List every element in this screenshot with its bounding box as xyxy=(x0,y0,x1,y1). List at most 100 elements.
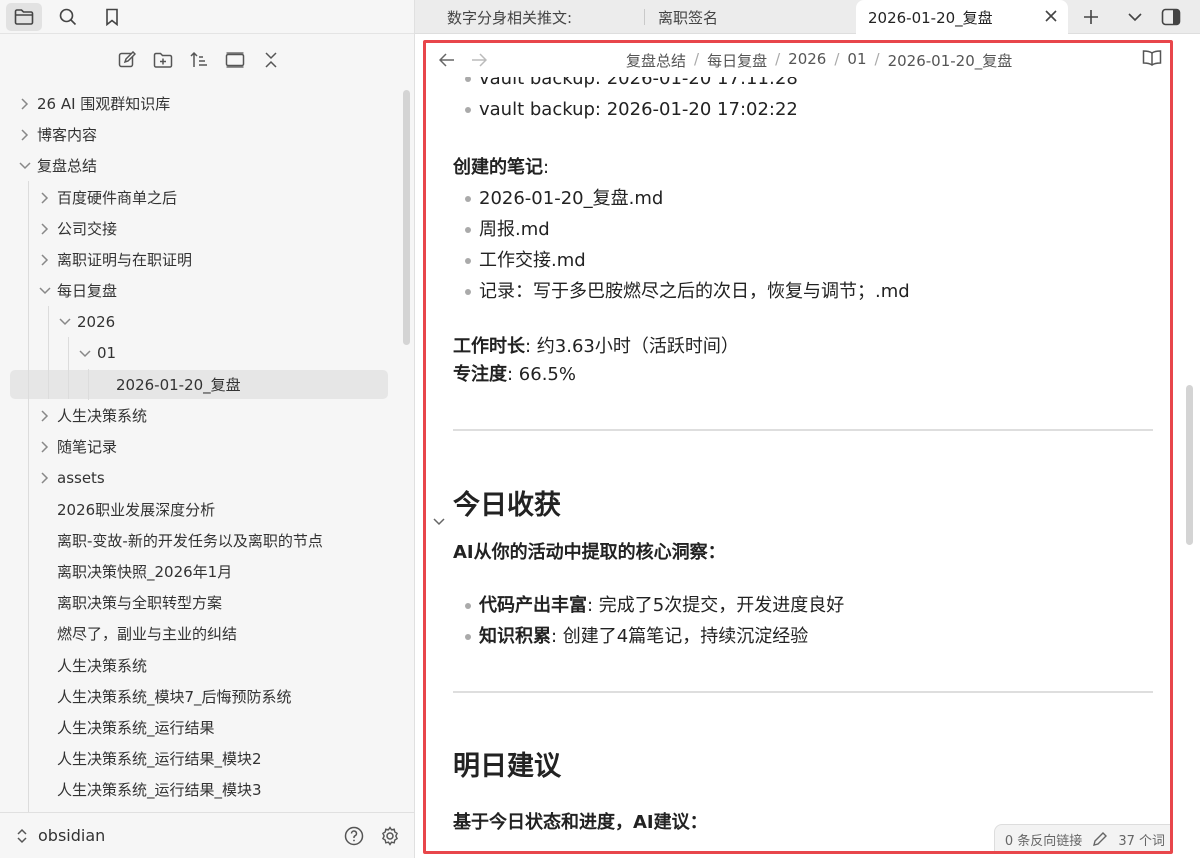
tree-file[interactable]: 人生决策系统 xyxy=(0,650,400,681)
tree-folder[interactable]: 01 xyxy=(0,338,400,369)
sidebar-footer: obsidian xyxy=(0,812,415,858)
breadcrumb-item[interactable]: 01 xyxy=(847,50,866,71)
chevrons-up-down-icon xyxy=(17,828,27,843)
auto-reveal-button[interactable] xyxy=(220,46,250,74)
tree-file[interactable]: 人生决策系统_模块7_后悔预防系统 xyxy=(0,681,400,712)
sidebar-right-icon xyxy=(1161,8,1181,26)
chevron-down-icon[interactable] xyxy=(78,347,92,361)
tree-folder[interactable]: 随笔记录 xyxy=(0,431,400,462)
indent-guide xyxy=(28,181,29,812)
tab-digital-twin[interactable]: 数字分身相关推文: xyxy=(435,0,645,34)
collapse-all-button[interactable] xyxy=(256,46,286,74)
tree-folder[interactable]: 复盘总结 xyxy=(0,150,400,181)
chevron-right-icon[interactable] xyxy=(18,97,32,111)
heading-text: 明日建议 xyxy=(453,751,561,782)
bookmark-icon xyxy=(106,8,118,26)
breadcrumb-item[interactable]: 2026 xyxy=(788,50,826,71)
sort-icon xyxy=(190,51,207,67)
tree-folder[interactable]: 每日复盘 xyxy=(0,275,400,306)
chevron-down-icon xyxy=(1128,13,1142,22)
fold-toggle[interactable] xyxy=(433,498,445,538)
chevron-right-icon[interactable] xyxy=(38,409,52,423)
tree-item-label: 博客内容 xyxy=(37,126,98,145)
forward-button[interactable] xyxy=(466,47,492,73)
tree-folder[interactable]: 26 AI 围观群知识库 xyxy=(0,88,400,119)
sidebar-scrollbar[interactable] xyxy=(403,90,410,345)
tree-file[interactable]: 人生决策系统_运行结果 xyxy=(0,712,400,743)
breadcrumb: 复盘总结 / 每日复盘 / 2026 / 01 / 2026-01-20_复盘 xyxy=(626,49,1013,71)
chevron-down-icon[interactable] xyxy=(58,315,72,329)
chevron-right-icon[interactable] xyxy=(38,191,52,205)
reading-view-button[interactable] xyxy=(1142,49,1162,71)
created-note: 记录：写于多巴胺燃尽之后的次日，恢复与调节；.md xyxy=(479,281,910,302)
vault-switcher[interactable]: obsidian xyxy=(0,826,105,845)
tab-resignation-sign[interactable]: 离职签名 xyxy=(646,0,853,34)
tree-item-label: 人生决策系统_模块7_后悔预防系统 xyxy=(57,687,292,706)
breadcrumb-item[interactable]: 每日复盘 xyxy=(707,50,767,71)
search-tab[interactable] xyxy=(50,3,86,31)
search-icon xyxy=(59,8,77,25)
chevron-down-icon[interactable] xyxy=(38,284,52,298)
tab-list-button[interactable] xyxy=(1120,3,1150,31)
help-button[interactable] xyxy=(339,822,369,850)
chevron-down-icon[interactable] xyxy=(18,159,32,173)
tree-folder[interactable]: 2026 xyxy=(0,306,400,337)
close-tab-button[interactable] xyxy=(1044,9,1058,27)
tree-file[interactable]: 燃尽了，副业与主业的纠结 xyxy=(0,618,400,649)
tree-folder[interactable]: 百度硬件商单之后 xyxy=(0,182,400,213)
collapse-icon xyxy=(265,52,277,68)
insight-text: : 创建了4篇笔记，持续沉淀经验 xyxy=(551,626,809,647)
folder-icon xyxy=(14,8,34,25)
tree-folder[interactable]: assets xyxy=(0,462,400,493)
chevron-right-icon[interactable] xyxy=(38,222,52,236)
chevron-right-icon[interactable] xyxy=(38,253,52,267)
list-item: 2026-01-20_复盘.md xyxy=(453,183,1153,214)
edit-icon xyxy=(118,51,136,68)
tab-label: 离职签名 xyxy=(658,8,719,27)
tree-folder[interactable]: 博客内容 xyxy=(0,119,400,150)
chevron-right-icon[interactable] xyxy=(18,128,32,142)
tree-file[interactable]: 2026职业发展深度分析 xyxy=(0,494,400,525)
breadcrumb-title[interactable]: 2026-01-20_复盘 xyxy=(888,50,1013,71)
left-sidebar: 26 AI 围观群知识库 博客内容复盘总结 百度硬件商单之后 公司交接 离职证明与在职证… xyxy=(0,0,415,858)
tree-folder[interactable]: 离职证明与在职证明 xyxy=(0,244,400,275)
tree-folder[interactable]: 公司交接 xyxy=(0,213,400,244)
editor-scrollbar[interactable] xyxy=(1186,385,1193,545)
new-tab-button[interactable] xyxy=(1076,3,1106,31)
tree-file[interactable]: 人生决策系统_运行结果_模块3 xyxy=(0,774,400,805)
tree-file[interactable]: 离职-变故-新的开发任务以及离职的节点 xyxy=(0,525,400,556)
heading-text: 今日收获 xyxy=(453,490,561,521)
list-item: 记录：写于多巴胺燃尽之后的次日，恢复与调节；.md xyxy=(453,276,1153,307)
tree-item-label: 26 AI 围观群知识库 xyxy=(37,95,171,114)
tree-file[interactable]: 离职决策快照_2026年1月 xyxy=(0,556,400,587)
breadcrumb-item[interactable]: 复盘总结 xyxy=(626,50,686,71)
back-button[interactable] xyxy=(434,47,460,73)
heading-today-gains: 今日收获 xyxy=(433,486,1153,526)
chevron-down-icon xyxy=(433,518,445,526)
chevron-right-icon[interactable] xyxy=(38,471,52,485)
new-folder-button[interactable] xyxy=(148,46,178,74)
chevron-right-icon[interactable] xyxy=(38,440,52,454)
created-note: 周报.md xyxy=(479,219,550,240)
file-explorer-tab[interactable] xyxy=(6,2,42,31)
tree-file[interactable]: 离职决策与全职转型方案 xyxy=(0,587,400,618)
insight-text: : 完成了5次提交，开发进度良好 xyxy=(587,595,845,616)
insight-title: 代码产出丰富 xyxy=(479,595,587,616)
tree-item-label: 人生决策系统_运行结果_模块2 xyxy=(57,750,262,769)
tree-item-label: assets xyxy=(57,468,105,487)
pencil-icon[interactable] xyxy=(1092,831,1108,847)
settings-button[interactable] xyxy=(375,822,405,850)
list-item: vault backup: 2026-01-20 17:02:22 xyxy=(453,94,1153,125)
backlinks-count[interactable]: 0 条反向链接 xyxy=(1005,830,1082,849)
bookmarks-tab[interactable] xyxy=(94,3,130,31)
tree-folder[interactable]: 人生决策系统 xyxy=(0,400,400,431)
tree-item-label: 随笔记录 xyxy=(57,438,118,457)
toggle-right-sidebar-button[interactable] xyxy=(1156,3,1186,31)
tree-file[interactable]: 2026-01-20_复盘 xyxy=(0,369,400,400)
tab-daily-review[interactable]: 2026-01-20_复盘 xyxy=(856,0,1068,35)
new-note-button[interactable] xyxy=(112,46,142,74)
arrow-right-icon xyxy=(472,53,487,67)
tree-file[interactable]: 人生决策系统_运行结果_模块2 xyxy=(0,743,400,774)
backup-entry: vault backup: 2026-01-20 17:02:22 xyxy=(479,99,798,120)
sort-button[interactable] xyxy=(184,46,214,74)
